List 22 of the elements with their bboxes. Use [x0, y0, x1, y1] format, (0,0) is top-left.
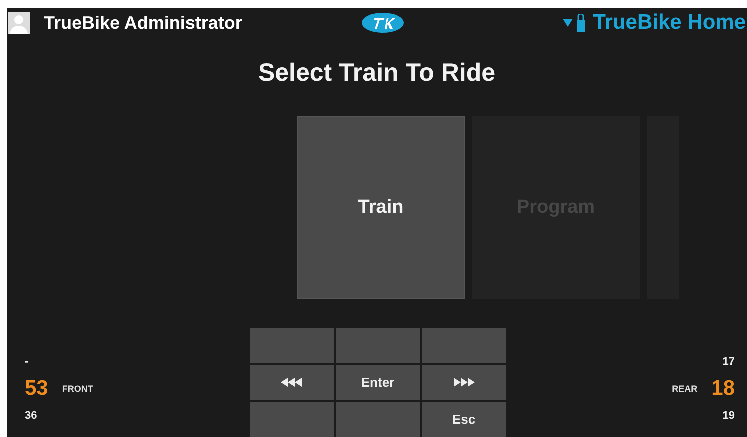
page-title: Select Train To Ride: [257, 59, 497, 88]
keypad-key[interactable]: [250, 365, 334, 400]
caret-icon[interactable]: [563, 19, 574, 27]
logo-icon: [361, 12, 405, 34]
gear-value: -: [25, 356, 29, 368]
gear-label: REAR: [672, 384, 698, 394]
keypad-key[interactable]: Enter: [336, 365, 420, 400]
gear-value: 19: [722, 410, 735, 422]
gear-value: 17: [722, 356, 735, 368]
user-name: TrueBike Administrator: [44, 12, 242, 34]
gear-value: 36: [25, 410, 38, 422]
current-gear: 53: [25, 376, 48, 400]
avatar-icon: [8, 12, 30, 34]
lock-icon: [577, 14, 586, 32]
rewind-icon: [281, 378, 303, 387]
mode-tile[interactable]: Train: [297, 116, 465, 299]
keypad-key[interactable]: Esc: [422, 402, 506, 437]
fast-forward-icon: [453, 378, 475, 387]
keypad-key[interactable]: [422, 365, 506, 400]
location-link[interactable]: TrueBike Home: [593, 11, 746, 35]
gear-label: FRONT: [62, 384, 94, 394]
current-gear: 18: [712, 376, 735, 400]
